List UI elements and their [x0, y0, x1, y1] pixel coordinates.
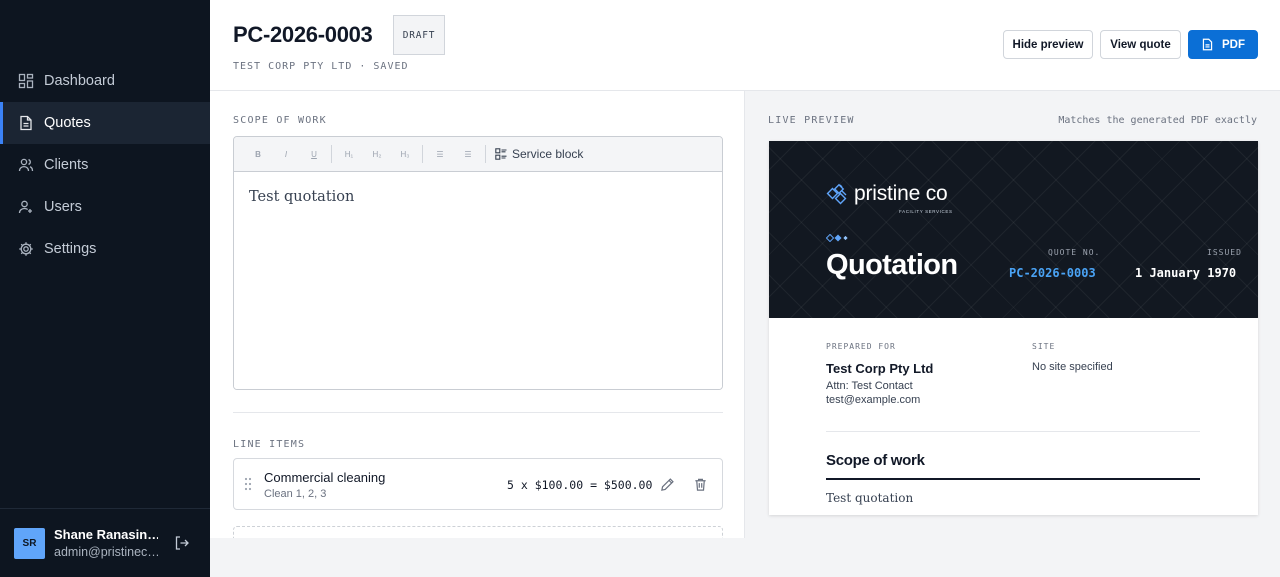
- document-title: Quotation: [826, 249, 958, 281]
- brand-mark-icon: [826, 182, 850, 206]
- heading-1-button[interactable]: H₁: [335, 143, 363, 165]
- client-attn: Attn: Test Contact: [826, 380, 913, 392]
- sidebar-item-label: Users: [44, 199, 82, 215]
- quote-no-value: PC-2026-0003: [1009, 266, 1096, 280]
- edit-icon[interactable]: [660, 477, 675, 492]
- user-panel: SR Shane Ranasin… admin@pristinec…: [0, 508, 210, 577]
- preview-label: LIVE PREVIEW: [768, 115, 855, 126]
- user-info: Shane Ranasin… admin@pristinec…: [54, 527, 158, 559]
- toolbar-divider: [331, 145, 332, 163]
- service-block-button[interactable]: Service block: [495, 147, 583, 161]
- brand-logo: pristine co: [826, 182, 948, 206]
- scope-label: SCOPE OF WORK: [233, 115, 327, 126]
- toolbar-divider: [422, 145, 423, 163]
- italic-button[interactable]: I: [272, 143, 300, 165]
- brand-tagline: FACILITY SERVICES: [899, 209, 953, 214]
- site-value: No site specified: [1032, 361, 1113, 373]
- gear-icon: [18, 241, 34, 257]
- editor-toolbar: B I U H₁ H₂ H₃ ☰ ☰ Service block: [234, 137, 722, 172]
- sidebar-item-label: Clients: [44, 157, 89, 173]
- toolbar-divider: [485, 145, 486, 163]
- users-icon: [18, 157, 34, 173]
- section-divider: [233, 412, 723, 413]
- issued-value: 1 January 1970: [1135, 266, 1237, 280]
- service-block-icon: [495, 148, 507, 160]
- line-item-name: Commercial cleaning: [264, 470, 386, 485]
- sidebar-item-settings[interactable]: Settings: [0, 228, 210, 270]
- site-label: SITE: [1032, 342, 1056, 351]
- heading-2-button[interactable]: H₂: [363, 143, 391, 165]
- sidebar-item-label: Dashboard: [44, 73, 115, 89]
- document-details: PREPARED FOR Test Corp Pty Ltd Attn: Tes…: [826, 342, 1200, 406]
- pdf-button[interactable]: PDF: [1188, 30, 1258, 59]
- view-quote-button[interactable]: View quote: [1100, 30, 1181, 59]
- sidebar-item-label: Quotes: [44, 115, 91, 131]
- drag-handle-icon[interactable]: [244, 477, 252, 491]
- bullet-list-button[interactable]: ☰: [426, 143, 454, 165]
- dashboard-icon: [18, 73, 34, 89]
- rich-text-editor: B I U H₁ H₂ H₃ ☰ ☰ Service block Test qu…: [233, 136, 723, 390]
- prepared-for-label: PREPARED FOR: [826, 342, 896, 351]
- user-email: admin@pristinec…: [54, 545, 158, 559]
- page-title: PC-2026-0003: [233, 22, 373, 47]
- diamonds-icon: [826, 234, 852, 242]
- brand-name: pristine co: [854, 182, 948, 205]
- sidebar-item-quotes[interactable]: Quotes: [0, 102, 210, 144]
- sidebar-item-dashboard[interactable]: Dashboard: [0, 60, 210, 102]
- sidebar-item-label: Settings: [44, 241, 97, 257]
- document-icon: [18, 115, 34, 131]
- add-line-item-area[interactable]: [233, 526, 723, 538]
- scope-rule: [826, 478, 1200, 480]
- client-email: test@example.com: [826, 394, 921, 406]
- client-name: Test Corp Pty Ltd: [826, 361, 934, 376]
- line-item-total: 5 x $100.00 = $500.00: [507, 478, 653, 492]
- page-header: PC-2026-0003 DRAFT TEST CORP PTY LTD · S…: [210, 0, 1280, 91]
- preview-panel: LIVE PREVIEW Matches the generated PDF e…: [746, 91, 1280, 538]
- hide-preview-button[interactable]: Hide preview: [1003, 30, 1093, 59]
- line-items-label: LINE ITEMS: [233, 439, 306, 450]
- logout-icon[interactable]: [174, 535, 190, 551]
- sidebar-nav: Dashboard Quotes Clients Users Settings: [0, 60, 210, 270]
- document-divider: [826, 431, 1200, 432]
- editor-panel: SCOPE OF WORK B I U H₁ H₂ H₃ ☰ ☰ Service…: [210, 91, 745, 538]
- pdf-button-label: PDF: [1222, 38, 1245, 51]
- issued-label: ISSUED: [1207, 248, 1242, 257]
- status-badge: DRAFT: [393, 15, 445, 55]
- underline-button[interactable]: U: [300, 143, 328, 165]
- user-icon: [18, 199, 34, 215]
- trash-icon[interactable]: [693, 477, 708, 492]
- line-item-description: Clean 1, 2, 3: [264, 488, 327, 500]
- bold-button[interactable]: B: [244, 143, 272, 165]
- sidebar: Dashboard Quotes Clients Users Settings: [0, 0, 210, 577]
- preview-note: Matches the generated PDF exactly: [1058, 115, 1257, 126]
- sidebar-item-users[interactable]: Users: [0, 186, 210, 228]
- sidebar-item-clients[interactable]: Clients: [0, 144, 210, 186]
- avatar[interactable]: SR: [14, 527, 45, 559]
- page-subtitle: TEST CORP PTY LTD · SAVED: [233, 61, 409, 72]
- heading-3-button[interactable]: H₃: [391, 143, 419, 165]
- scope-text: Test quotation: [826, 491, 914, 505]
- file-icon: [1201, 38, 1214, 51]
- prepared-for-block: PREPARED FOR Test Corp Pty Ltd Attn: Tes…: [826, 342, 1200, 406]
- site-block: SITE No site specified: [1032, 342, 1113, 373]
- line-item: Commercial cleaning Clean 1, 2, 3 5 x $1…: [233, 458, 723, 510]
- service-block-label: Service block: [512, 147, 584, 161]
- document-hero: pristine co FACILITY SERVICES Quotation …: [769, 141, 1258, 318]
- scope-heading: Scope of work: [826, 452, 925, 469]
- ordered-list-button[interactable]: ☰: [454, 143, 482, 165]
- editor-content[interactable]: Test quotation: [234, 172, 722, 389]
- quote-no-label: QUOTE NO.: [1048, 248, 1101, 257]
- quote-document-preview: pristine co FACILITY SERVICES Quotation …: [769, 141, 1258, 515]
- user-name: Shane Ranasin…: [54, 527, 158, 542]
